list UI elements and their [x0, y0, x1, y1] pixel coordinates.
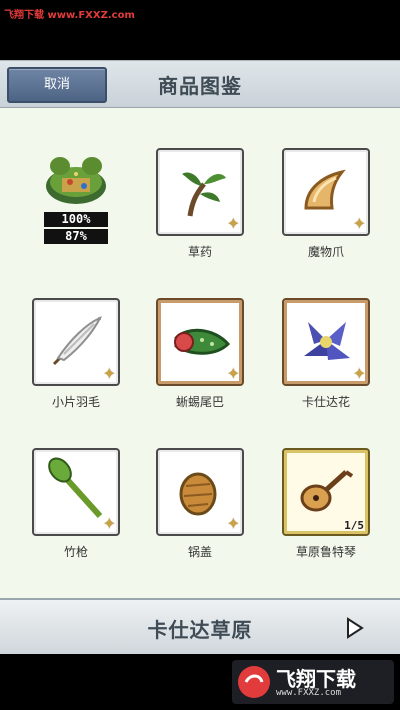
item-label: 卡仕达花 [301, 395, 350, 409]
sparkle-icon: ✦ [102, 364, 116, 383]
watermark-badge: 飞翔下载 www.FXXZ.com [232, 660, 394, 704]
item-lizard-tail[interactable]: ✦ 蜥蜴尾巴 [156, 298, 244, 410]
completion-stats: 100% 87% [44, 212, 108, 246]
item-bamboo-spear[interactable]: ✦ 竹枪 [32, 448, 120, 560]
item-label: 小片羽毛 [51, 395, 100, 409]
watermark-top: 飞翔下载 www.FXXZ.com [4, 10, 135, 21]
item-card[interactable]: ✦ [156, 448, 244, 536]
sparkle-icon: ✦ [226, 364, 240, 383]
item-label: 锅盖 [187, 545, 212, 559]
item-herb[interactable]: ✦ 草药 [156, 148, 244, 260]
area-footer: 卡仕达草原 [0, 598, 400, 656]
item-label: 草原鲁特琴 [295, 545, 356, 559]
item-label: 草药 [187, 245, 212, 259]
item-card[interactable]: ✦ [156, 148, 244, 236]
area-name: 卡仕达草原 [147, 618, 253, 642]
item-card[interactable]: ✦ [32, 298, 120, 386]
collection-count: 1/5 [344, 519, 364, 532]
item-claw[interactable]: ✦ 魔物爪 [282, 148, 370, 260]
sparkle-icon: ✦ [352, 214, 366, 233]
watermark-url: www.FXXZ.com [276, 688, 342, 698]
sparkle-icon: ✦ [226, 514, 240, 533]
status-bar: 飞翔下载 www.FXXZ.com [0, 0, 400, 60]
region-summary [32, 148, 120, 208]
page-title: 商品图鉴 [158, 74, 242, 98]
item-flower[interactable]: ✦ 卡仕达花 [282, 298, 370, 410]
sparkle-icon: ✦ [352, 364, 366, 383]
item-card[interactable]: ✦ [282, 298, 370, 386]
watermark-logo-icon [238, 666, 270, 698]
item-label: 竹枪 [63, 545, 88, 559]
item-label: 魔物爪 [307, 245, 344, 259]
item-card[interactable]: ✦ [282, 148, 370, 236]
item-card[interactable]: 1/5 [282, 448, 370, 536]
sparkle-icon: ✦ [226, 214, 240, 233]
item-card[interactable]: ✦ [32, 448, 120, 536]
sparkle-icon: ✦ [102, 514, 116, 533]
item-catalog-grid: 100% 87% ✦ 草药 ✦ 魔物爪 ✦ 小片羽毛 ✦ 蜥蜴尾巴 ✦ 卡仕达花… [0, 108, 400, 598]
header-bar: 取消 商品图鉴 [0, 60, 400, 109]
next-area-arrow-icon[interactable] [342, 616, 366, 640]
item-lute[interactable]: 1/5 草原鲁特琴 [282, 448, 370, 560]
item-label: 蜥蜴尾巴 [175, 395, 224, 409]
item-card[interactable]: ✦ [156, 298, 244, 386]
item-pot-lid[interactable]: ✦ 锅盖 [156, 448, 244, 560]
completion-stat-1: 100% [44, 212, 108, 227]
bottom-bar: 飞翔下载 www.FXXZ.com [0, 654, 400, 710]
completion-stat-2: 87% [44, 229, 108, 244]
region-map-icon [46, 157, 106, 204]
item-feather[interactable]: ✦ 小片羽毛 [32, 298, 120, 410]
